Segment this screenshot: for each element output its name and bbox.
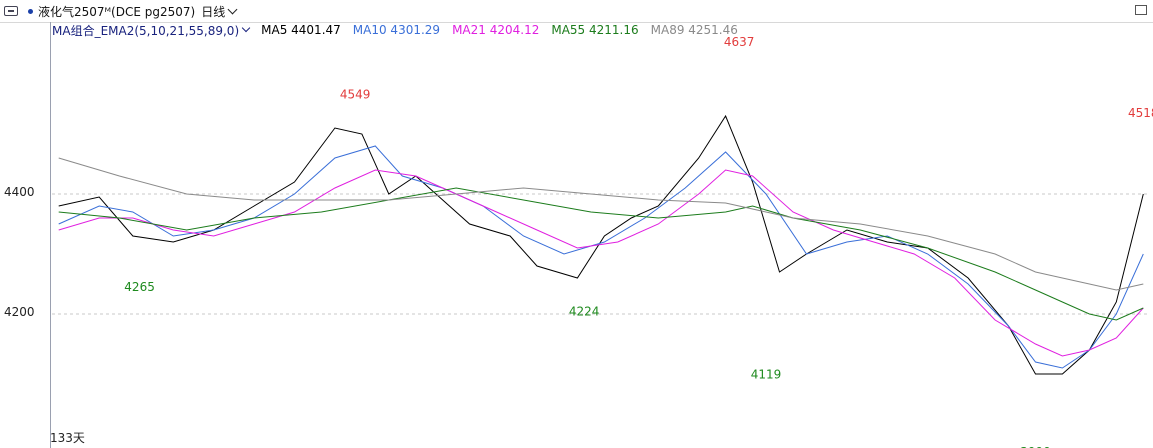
days-count: 133天 [50,431,85,445]
extreme-price-label: 4224 [569,305,600,319]
extreme-price-label: 4265 [124,280,155,294]
extreme-price-label: 4518 [1128,106,1153,120]
extreme-price-label: 4637 [724,35,755,49]
extreme-price-label: 4119 [751,368,782,382]
extreme-price-label: 4549 [340,88,371,102]
series-line-ma21 [58,169,1144,357]
series-line-ma10 [58,145,1144,369]
candlestick-chart[interactable]: 4549426546374224411939904518 [0,0,1153,448]
series-line-ma55 [58,187,1144,321]
